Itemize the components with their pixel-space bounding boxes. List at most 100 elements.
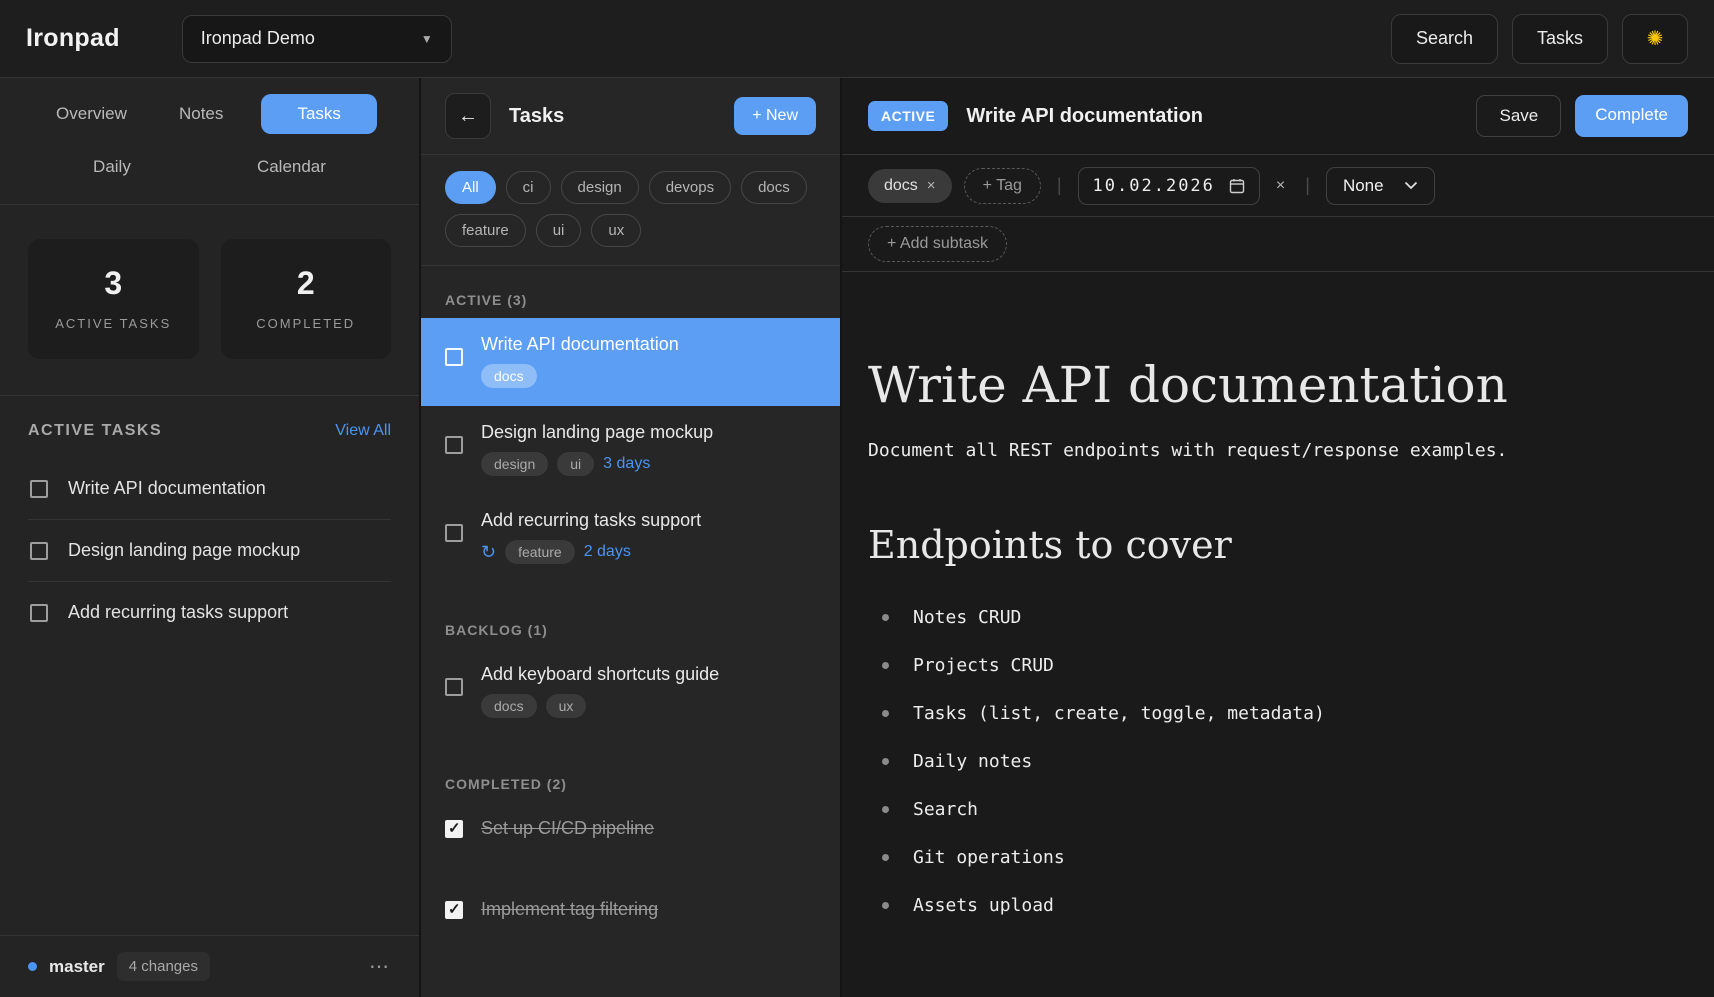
git-status-bar: master 4 changes ⋯	[0, 935, 419, 997]
theme-toggle-button[interactable]: ✺	[1622, 14, 1688, 64]
save-button[interactable]: Save	[1476, 95, 1561, 137]
list-item[interactable]: Write API documentation	[28, 458, 391, 520]
tag-badge: ui	[557, 452, 594, 476]
due-label: 3 days	[603, 455, 650, 473]
list-item-text: Daily notes	[913, 751, 1032, 772]
status-badge: ACTIVE	[868, 101, 948, 131]
sidebar-item-tasks[interactable]: Tasks	[261, 94, 376, 134]
task-checkbox-checked[interactable]	[445, 901, 463, 919]
tag-badge: design	[481, 452, 548, 476]
tag-chip-docs[interactable]: docs ×	[868, 169, 952, 203]
task-row[interactable]: Implement tag filtering	[421, 883, 840, 938]
list-item-text: Projects CRUD	[913, 655, 1054, 676]
tag-badge: ux	[546, 694, 587, 718]
task-checkbox[interactable]	[30, 542, 48, 560]
remove-tag-icon[interactable]: ×	[927, 177, 936, 194]
sidebar-nav: Overview Notes Tasks Daily Calendar	[0, 78, 419, 205]
task-row[interactable]: Write API documentation docs	[421, 318, 840, 406]
search-button[interactable]: Search	[1391, 14, 1498, 64]
task-list: ACTIVE (3) Write API documentation docs …	[421, 266, 840, 997]
task-list-panel: ← Tasks + New All ci design devops docs …	[421, 78, 842, 997]
changes-badge[interactable]: 4 changes	[117, 952, 210, 981]
add-subtask-button[interactable]: + Add subtask	[868, 226, 1007, 262]
task-row[interactable]: Set up CI/CD pipeline	[421, 802, 840, 857]
complete-button[interactable]: Complete	[1575, 95, 1688, 137]
sidebar: Overview Notes Tasks Daily Calendar 3 AC…	[0, 78, 421, 997]
task-checkbox-checked[interactable]	[445, 820, 463, 838]
task-title: Design landing page mockup	[481, 422, 713, 443]
new-task-button[interactable]: + New	[734, 97, 816, 135]
sidebar-item-notes[interactable]: Notes	[165, 95, 237, 133]
filter-ui[interactable]: ui	[536, 214, 582, 247]
list-item-text: Notes CRUD	[913, 607, 1021, 628]
task-checkbox[interactable]	[445, 348, 463, 366]
bullet-icon	[882, 854, 889, 861]
panel-title: Tasks	[509, 105, 564, 128]
task-checkbox[interactable]	[30, 604, 48, 622]
clear-date-button[interactable]: ×	[1272, 177, 1289, 195]
filter-all[interactable]: All	[445, 171, 496, 204]
stat-card-completed: 2 COMPLETED	[221, 239, 392, 359]
overflow-menu-icon[interactable]: ⋯	[369, 954, 391, 979]
top-bar: Ironpad Ironpad Demo ▼ Search Tasks ✺	[0, 0, 1714, 78]
bullet-icon	[882, 710, 889, 717]
filter-feature[interactable]: feature	[445, 214, 526, 247]
list-item-text: Search	[913, 799, 978, 820]
stat-label-active: ACTIVE TASKS	[55, 316, 171, 331]
task-label: Design landing page mockup	[68, 540, 300, 561]
stats-cards: 3 ACTIVE TASKS 2 COMPLETED	[0, 205, 419, 396]
section-label-completed: COMPLETED (2)	[421, 762, 840, 802]
tag-filter-bar: All ci design devops docs feature ui ux	[421, 155, 840, 266]
branch-name: master	[49, 957, 105, 977]
filter-design[interactable]: design	[561, 171, 639, 204]
filter-docs[interactable]: docs	[741, 171, 807, 204]
sidebar-item-daily[interactable]: Daily	[79, 148, 145, 186]
task-label: Write API documentation	[68, 478, 266, 499]
due-date-input[interactable]: 10.02.2026	[1078, 167, 1260, 205]
bullet-icon	[882, 614, 889, 621]
due-label: 2 days	[584, 543, 631, 561]
sidebar-item-overview[interactable]: Overview	[42, 95, 141, 133]
filter-ci[interactable]: ci	[506, 171, 551, 204]
branch-status-dot	[28, 962, 37, 971]
list-item: Git operations	[868, 833, 1674, 881]
recurring-icon: ↻	[481, 543, 496, 561]
list-item[interactable]: Add recurring tasks support	[28, 582, 391, 643]
filter-devops[interactable]: devops	[649, 171, 731, 204]
bullet-icon	[882, 662, 889, 669]
separator: |	[1053, 175, 1066, 196]
project-selector[interactable]: Ironpad Demo ▼	[182, 15, 452, 63]
task-title: Add recurring tasks support	[481, 510, 701, 531]
view-all-link[interactable]: View All	[335, 422, 391, 440]
task-row[interactable]: Design landing page mockup design ui 3 d…	[421, 406, 840, 494]
tag-badge: feature	[505, 540, 575, 564]
task-title: Write API documentation	[481, 334, 679, 355]
section-label-active: ACTIVE (3)	[421, 278, 840, 318]
task-row[interactable]: Add recurring tasks support ↻ feature 2 …	[421, 494, 840, 582]
add-tag-button[interactable]: + Tag	[964, 168, 1041, 204]
active-tasks-heading: ACTIVE TASKS	[28, 422, 162, 440]
list-item: Tasks (list, create, toggle, metadata)	[868, 689, 1674, 737]
task-title: Set up CI/CD pipeline	[481, 818, 654, 839]
chevron-down-icon	[1404, 181, 1418, 190]
task-list-header: ← Tasks + New	[421, 78, 840, 155]
list-item: Search	[868, 785, 1674, 833]
document-title: Write API documentation	[868, 356, 1674, 414]
sidebar-item-calendar[interactable]: Calendar	[243, 148, 340, 186]
bullet-icon	[882, 758, 889, 765]
tasks-button[interactable]: Tasks	[1512, 14, 1608, 64]
task-title: Implement tag filtering	[481, 899, 658, 920]
task-checkbox[interactable]	[445, 436, 463, 454]
list-item: Daily notes	[868, 737, 1674, 785]
dropdown-arrow-icon: ▼	[421, 32, 433, 46]
list-item[interactable]: Design landing page mockup	[28, 520, 391, 582]
back-button[interactable]: ←	[445, 93, 491, 139]
task-checkbox[interactable]	[445, 524, 463, 542]
tag-badge: docs	[481, 364, 537, 388]
priority-select[interactable]: None	[1326, 167, 1435, 205]
task-row[interactable]: Add keyboard shortcuts guide docs ux	[421, 648, 840, 736]
task-checkbox[interactable]	[445, 678, 463, 696]
filter-ux[interactable]: ux	[591, 214, 641, 247]
document-description: Document all REST endpoints with request…	[868, 440, 1674, 461]
task-checkbox[interactable]	[30, 480, 48, 498]
